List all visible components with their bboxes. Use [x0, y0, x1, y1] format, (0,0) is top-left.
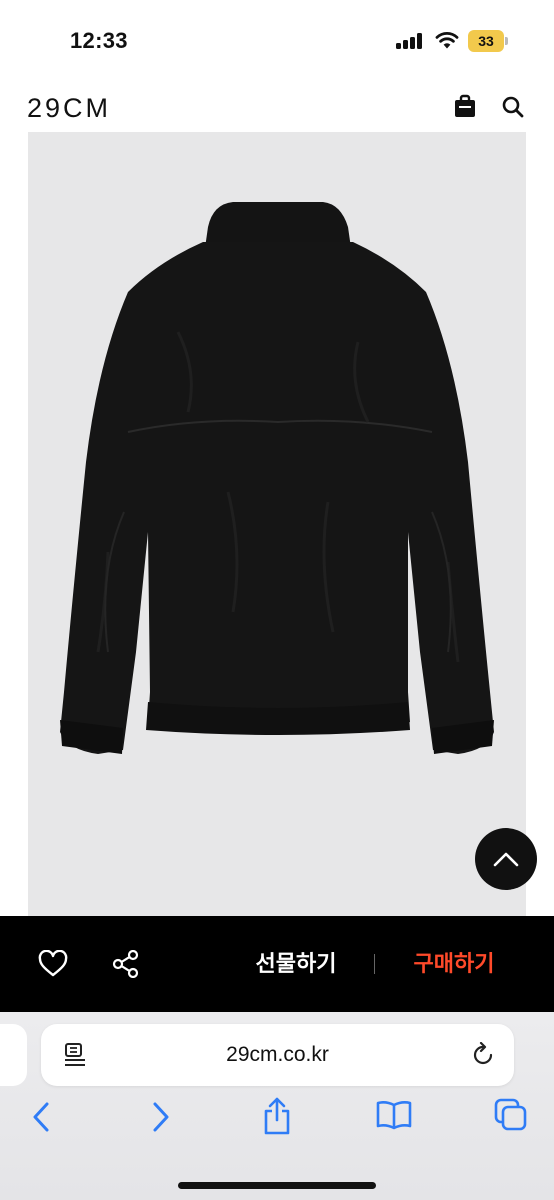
- action-divider: [374, 954, 375, 974]
- battery-level: 33: [468, 30, 504, 52]
- url-text: 29cm.co.kr: [226, 1043, 329, 1066]
- jacket-image: [60, 202, 494, 754]
- wifi-icon: [435, 32, 459, 49]
- status-time: 12:33: [70, 28, 128, 53]
- search-icon[interactable]: [502, 96, 524, 118]
- gift-button[interactable]: 선물하기: [226, 948, 366, 980]
- home-indicator: [178, 1182, 376, 1189]
- cellular-signal-icon: [396, 33, 426, 49]
- battery-icon: 33: [468, 30, 508, 52]
- tabs-icon[interactable]: [494, 1098, 528, 1132]
- purchase-action-bar: 선물하기 구매하기: [0, 916, 554, 1012]
- back-icon[interactable]: [30, 1100, 52, 1134]
- previous-tab-address-bar[interactable]: [0, 1024, 27, 1086]
- browser-toolbar: [0, 1097, 554, 1144]
- product-image[interactable]: [28, 132, 526, 918]
- bookmarks-icon[interactable]: [376, 1100, 412, 1130]
- address-bar[interactable]: 29cm.co.kr: [41, 1024, 514, 1086]
- buy-button[interactable]: 구매하기: [384, 948, 524, 980]
- share-icon[interactable]: [111, 950, 141, 978]
- reload-icon[interactable]: [470, 1042, 496, 1068]
- site-logo[interactable]: 29CM: [27, 93, 111, 124]
- heart-icon[interactable]: [38, 950, 68, 978]
- forward-icon[interactable]: [150, 1100, 172, 1134]
- bag-icon[interactable]: [454, 94, 476, 118]
- share-sheet-icon[interactable]: [262, 1096, 292, 1136]
- scroll-top-button[interactable]: [475, 828, 537, 890]
- site-header: 29CM: [0, 80, 554, 132]
- chevron-up-icon: [493, 852, 519, 867]
- status-bar: 12:33 33: [0, 0, 554, 80]
- browser-chrome: 29cm.co.kr: [0, 1012, 554, 1200]
